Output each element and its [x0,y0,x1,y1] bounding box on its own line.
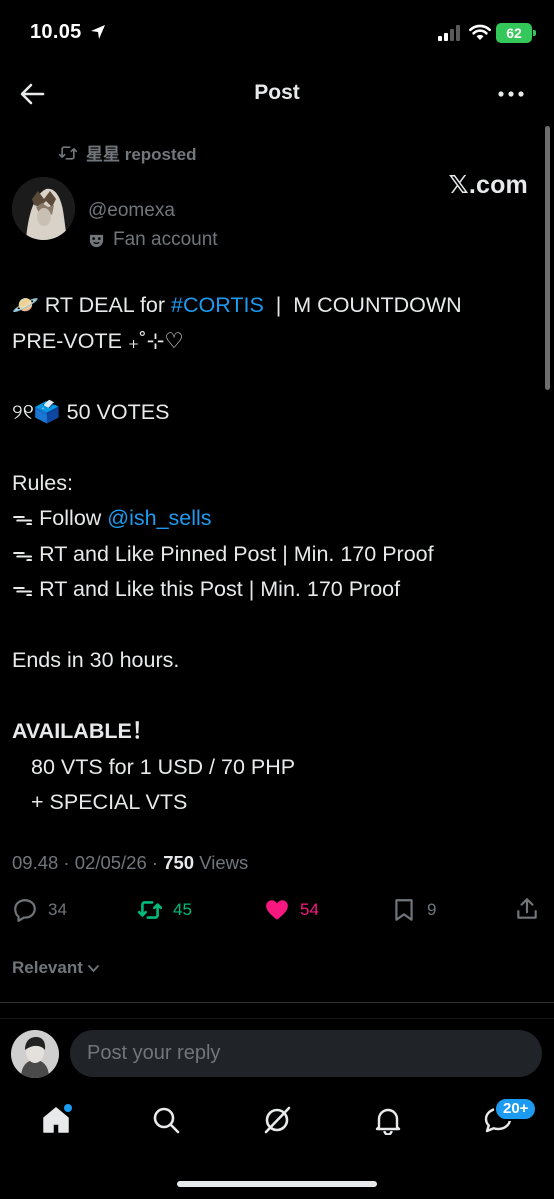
divider [0,1018,554,1019]
repost-button[interactable]: 45 [137,897,192,923]
bell-icon [375,1108,401,1135]
available-heading: AVAILABLE！ [12,719,154,743]
scrollbar[interactable] [545,126,550,390]
action-bar: 34 45 54 9 [0,895,554,927]
offer-item: + SPECIAL VTS [31,790,188,814]
source-label: 𝕏.com [448,171,528,199]
reply-count: 34 [48,900,67,919]
rule-item: ᯓ RT and Like Pinned Post | Min. 170 Pro… [12,541,434,566]
post-time: 09.48 [12,852,59,873]
repost-icon [58,145,78,160]
author-handle[interactable]: @eomexa [88,200,175,222]
share-icon [517,898,537,919]
user-avatar[interactable] [11,1030,59,1078]
rule-item: ᯓ Follow @ish_sells [12,501,532,537]
battery-level: 62 [506,25,522,41]
views-count[interactable]: 750 [163,852,194,873]
bookmark-button[interactable]: 9 [391,897,436,923]
author-avatar[interactable] [12,177,75,240]
views-label: Views [199,852,249,873]
search-icon [153,1107,180,1134]
messages-badge: 20+ [494,1097,538,1121]
reply-icon [14,899,36,922]
sort-dropdown[interactable]: Relevant [12,958,100,978]
deal-text: 🪐 RT DEAL for [12,293,172,317]
bottom-tab-bar [0,1098,554,1148]
home-indicator[interactable] [177,1181,377,1187]
theater-mask-icon [89,234,104,247]
hashtag-link[interactable]: #CORTIS [171,293,264,317]
bookmark-icon [395,899,413,921]
tab-notifications[interactable] [368,1098,408,1142]
repost-indicator[interactable]: 星星 reposted [58,140,197,165]
heart-icon [266,900,288,920]
share-button[interactable] [514,896,540,922]
repost-text: 星星 reposted [86,145,197,164]
sort-label: Relevant [12,958,83,977]
rules-heading: Rules: [12,470,73,495]
fan-account-text: Fan account [113,229,218,250]
tab-search[interactable] [146,1098,186,1142]
chevron-down-icon [87,964,99,972]
repost-count: 45 [173,900,192,919]
mention-link[interactable]: @ish_sells [107,506,211,530]
rule-text: ᯓ Follow [12,506,108,530]
bookmark-count: 9 [427,900,437,919]
post-line: 🪐 RT DEAL for #CORTIS | M COUNTDOWN [12,288,532,324]
wifi-icon [469,24,491,40]
like-count: 54 [300,900,319,919]
avatar-image [12,177,75,240]
offer-item: 80 VTS for 1 USD / 70 PHP [31,754,296,779]
battery-indicator: 62 [496,23,536,43]
ends-text: Ends in 30 hours. [12,648,180,672]
status-bar: 10.05 62 [0,0,554,66]
reply-input[interactable] [70,1030,542,1077]
grok-icon [264,1106,291,1134]
more-options-icon[interactable] [496,82,526,106]
reply-button[interactable]: 34 [12,897,67,923]
tab-grok[interactable] [257,1098,297,1142]
rule-item: ᯓ RT and Like this Post | Min. 170 Proof [12,577,401,601]
cellular-signal-icon [438,25,460,41]
votes-line: ୨୧🗳️ 50 VOTES [12,399,170,424]
page-title: Post [254,81,300,104]
post-line: PRE-VOTE ₊˚⊹♡ [12,328,184,353]
status-time: 10.05 [30,21,82,43]
like-button[interactable]: 54 [264,897,319,923]
divider [0,1002,554,1003]
repost-icon [137,901,163,919]
location-arrow-icon [91,25,105,39]
countdown-text: | M COUNTDOWN [263,293,462,317]
home-notification-dot [64,1104,72,1112]
post-text: 🪐 RT DEAL for #CORTIS | M COUNTDOWN PRE-… [12,288,532,821]
fan-account-label: Fan account [88,229,218,251]
post-meta: 09.48 · 02/05/26 · 750 Views [12,852,249,873]
post-date: 02/05/26 [74,852,147,873]
avatar-image [11,1030,59,1078]
